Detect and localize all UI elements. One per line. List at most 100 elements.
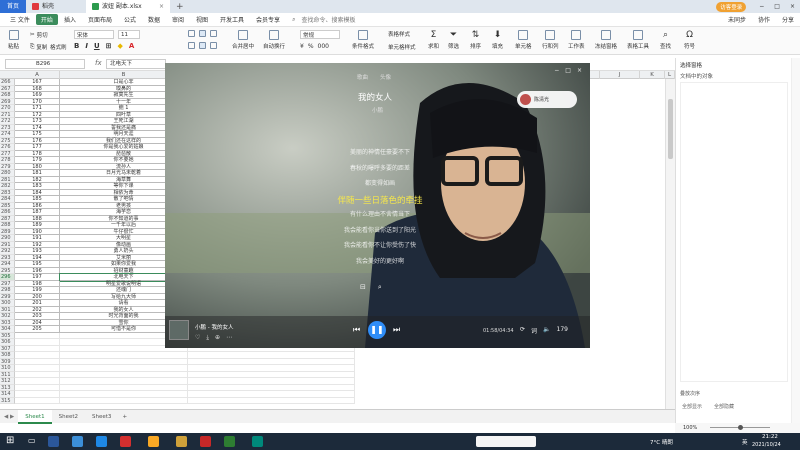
playlist-count[interactable]: 179 [557,326,568,335]
loop-icon[interactable]: ⟳ [520,326,525,335]
font-color-icon[interactable]: A [129,42,134,50]
menu-member[interactable]: 会员专享 [250,15,286,24]
clock-date[interactable]: 2021/10/24 [752,442,781,448]
align-top-icon[interactable] [188,30,195,37]
album-thumbnail[interactable] [169,320,189,340]
minimize-icon[interactable]: − [754,3,769,10]
bold-icon[interactable]: B [74,42,79,50]
app-icon-2[interactable] [72,436,83,447]
font-size-select[interactable]: 11 [118,30,140,39]
currency-icon[interactable]: ¥ [300,43,304,50]
cell-style-button[interactable]: 单元格样式 [388,43,416,51]
italic-icon[interactable]: I [85,42,88,50]
align-left-icon[interactable] [188,42,195,49]
tab-home[interactable]: 首页 [0,0,26,13]
sum-button[interactable]: Σ 求和 [428,30,439,50]
menu-file[interactable]: 三 文件 [4,15,36,24]
ime-toolbar[interactable] [476,436,536,447]
cell-c[interactable] [188,397,355,404]
find-button[interactable]: ⌕ 查找 [660,30,671,50]
number-format-select[interactable]: 常规 [300,30,340,39]
worksheet-button[interactable]: 工作表 [568,30,585,50]
percent-icon[interactable]: % [308,43,314,50]
app-icon-8[interactable] [224,436,235,447]
menu-developer[interactable]: 开发工具 [214,15,250,24]
cell-b[interactable] [60,397,188,404]
vertical-scrollbar[interactable] [665,79,675,409]
user-badge[interactable]: 陈清光 [517,91,577,108]
volume-icon[interactable]: 🔈 [543,326,550,335]
align-center-icon[interactable] [199,42,206,49]
collaborate-button[interactable]: 协作 [752,15,776,24]
prev-icon[interactable]: ⏮ [353,325,360,335]
taskview-icon[interactable]: ▭ [28,436,36,445]
clock-time[interactable]: 21:22 [762,434,778,440]
sheet-tab-3[interactable]: Sheet3 [85,410,118,424]
cut-button[interactable]: ✂ 剪切 [30,31,48,39]
underline-icon[interactable]: U [94,42,100,50]
start-icon[interactable]: ⊞ [6,435,14,446]
zoom-level[interactable]: 100% [683,425,697,431]
thousands-icon[interactable]: 000 [318,43,329,50]
table-tools-button[interactable]: 表格工具 [627,30,649,50]
fill-color-icon[interactable]: ◆ [118,42,123,50]
menu-data[interactable]: 数据 [142,15,166,24]
column-header-j[interactable]: J [600,71,640,79]
app-icon-4[interactable] [120,436,131,447]
new-tab-icon[interactable]: + [176,2,184,12]
menu-page-layout[interactable]: 页面布局 [82,15,118,24]
align-bottom-icon[interactable] [210,30,217,37]
filter-button[interactable]: ⏷ 筛选 [448,30,459,50]
tab-workbook[interactable]: 波妞 副本.xlsx × [86,0,170,13]
app-icon-7[interactable] [200,436,211,447]
conditional-format-button[interactable]: 条件格式 [352,30,374,50]
paste-button[interactable]: 粘贴 [8,30,19,50]
more-icon[interactable]: ⋯ [226,334,232,342]
add-sheet-icon[interactable]: + [118,414,131,420]
menu-home[interactable]: 开始 [35,14,58,25]
hide-all-button[interactable]: 全部隐藏 [714,403,734,410]
close-tab-icon[interactable]: × [159,0,164,13]
font-name-select[interactable]: 宋体 [74,30,114,39]
play-pause-button[interactable]: ❚❚ [368,321,386,339]
merge-center-button[interactable]: 合并居中 [232,30,254,50]
add-to-list-icon[interactable]: ⊕ [215,334,220,342]
lyrics-icon[interactable]: 词 [531,326,537,335]
align-middle-icon[interactable] [199,30,206,37]
app-icon-1[interactable] [48,436,59,447]
sort-button[interactable]: ⇅ 排序 [470,30,481,50]
menu-view[interactable]: 视图 [190,15,214,24]
cell-a[interactable] [15,397,60,404]
name-box[interactable]: B296 [5,59,85,69]
maximize-icon[interactable]: □ [769,3,785,10]
login-button[interactable]: 访客登录 [716,1,747,12]
scroll-thumb[interactable] [668,99,673,159]
sheet-nav-icon[interactable]: ◀ ▶ [0,414,18,420]
share-button[interactable]: 分享 [776,15,800,24]
player-tab-songs[interactable]: 歌曲 [357,73,368,81]
format-painter-button[interactable]: 格式刷 [50,43,67,51]
show-all-button[interactable]: 全部显示 [682,403,702,410]
command-search[interactable]: 查找命令、搜索模板 [295,15,361,24]
lyric-search-icon[interactable]: ⌕ [378,283,382,292]
next-icon[interactable]: ⏭ [393,325,400,335]
freeze-button[interactable]: 冻结窗格 [595,30,617,50]
column-header-a[interactable]: A [15,71,60,79]
align-right-icon[interactable] [210,42,217,49]
border-icon[interactable]: ⊞ [106,42,112,50]
player-minimize-icon[interactable]: − [554,67,559,74]
tab-docer[interactable]: 稻壳 [26,0,86,13]
like-icon[interactable]: ♡ [195,334,200,342]
menu-insert[interactable]: 插入 [58,15,82,24]
player-maximize-icon[interactable]: □ [565,67,571,74]
weather-status[interactable]: 7°C 晴朗 [650,438,673,446]
symbol-button[interactable]: Ω 符号 [684,30,695,50]
zoom-knob[interactable] [738,425,743,430]
cell-button[interactable]: 单元格 [515,30,532,50]
fill-button[interactable]: ⬇ 填充 [492,30,503,50]
close-window-icon[interactable]: × [785,3,800,10]
player-close-icon[interactable]: × [577,67,582,74]
app-icon-3[interactable] [96,436,107,447]
app-icon-9[interactable] [252,436,263,447]
ime-language[interactable]: 英 [742,438,748,446]
